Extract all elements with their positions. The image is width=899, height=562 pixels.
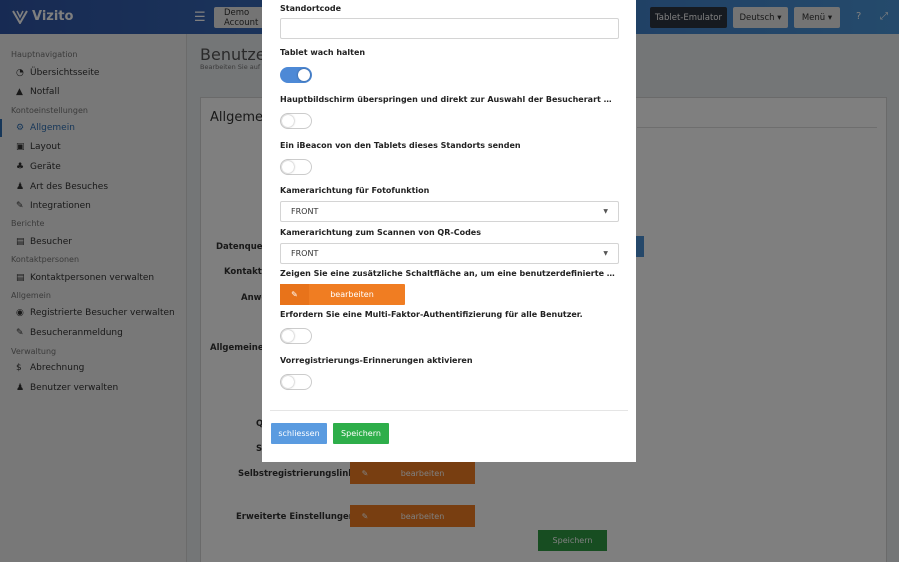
caret-down-icon: ▼	[603, 208, 608, 215]
edit-icon: ✎	[280, 284, 309, 305]
ibeacon-label: Ein iBeacon von den Tablets dieses Stand…	[280, 141, 521, 150]
select-value: FRONT	[291, 207, 319, 216]
toggle-knob	[282, 330, 294, 342]
toggle-knob	[298, 69, 310, 81]
mfa-toggle[interactable]	[280, 328, 312, 344]
standortcode-label: Standortcode	[280, 4, 342, 13]
prereg-toggle[interactable]	[280, 374, 312, 390]
camera-photo-select[interactable]: FRONT ▼	[280, 201, 619, 222]
close-button[interactable]: schliessen	[271, 423, 327, 444]
standortcode-input[interactable]	[280, 18, 619, 39]
camera-photo-label: Kamerarichtung für Fotofunktion	[280, 186, 430, 195]
skip-home-label: Hauptbildschirm überspringen und direkt …	[280, 95, 618, 104]
toggle-knob	[282, 376, 294, 388]
camera-qr-label: Kamerarichtung zum Scannen von QR-Codes	[280, 228, 481, 237]
skip-home-toggle[interactable]	[280, 113, 312, 129]
prereg-label: Vorregistrierungs-Erinnerungen aktiviere…	[280, 356, 473, 365]
camera-qr-select[interactable]: FRONT ▼	[280, 243, 619, 264]
tablet-wach-label: Tablet wach halten	[280, 48, 366, 57]
toggle-knob	[282, 161, 294, 173]
toggle-knob	[282, 115, 294, 127]
select-value: FRONT	[291, 249, 319, 258]
mfa-label: Erfordern Sie eine Multi-Faktor-Authenti…	[280, 310, 583, 319]
save-button[interactable]: Speichern	[333, 423, 389, 444]
modal-footer-divider	[270, 410, 628, 411]
extra-button-edit-button[interactable]: ✎ bearbeiten	[280, 284, 405, 305]
tablet-wach-toggle[interactable]	[280, 67, 312, 83]
extra-button-label: Zeigen Sie eine zusätzliche Schaltfläche…	[280, 269, 618, 278]
caret-down-icon: ▼	[603, 250, 608, 257]
settings-modal: Standortcode Tablet wach halten Hauptbil…	[262, 0, 636, 462]
button-label: bearbeiten	[330, 290, 374, 299]
ibeacon-toggle[interactable]	[280, 159, 312, 175]
